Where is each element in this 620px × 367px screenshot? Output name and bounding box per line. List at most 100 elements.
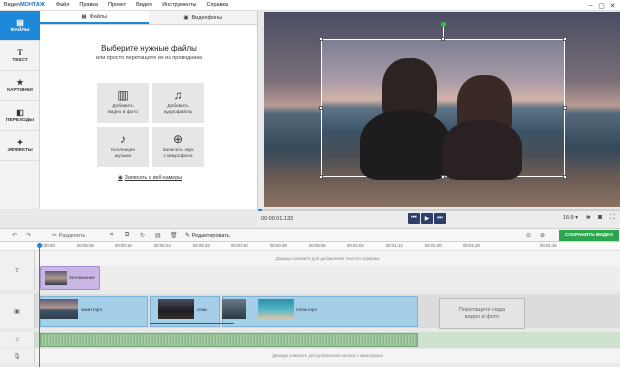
resize-handle[interactable]: [563, 175, 567, 179]
maximize-icon[interactable]: ▢: [596, 2, 607, 10]
scissors-icon: ✂: [52, 233, 58, 239]
add-video-photo-button[interactable]: ▥ Добавить видео и фото: [97, 83, 149, 123]
zoom-in-icon[interactable]: ⊕: [540, 232, 545, 239]
chevron-down-icon: ▾: [575, 215, 579, 221]
music-icon: ♫: [14, 337, 20, 343]
webcam-icon: ◉: [118, 175, 123, 181]
split-button[interactable]: ✂ Разделить: [52, 232, 85, 239]
tab-files[interactable]: ▦ Файлы: [40, 11, 149, 24]
sidebar-item-images[interactable]: ★ КАРТИНКИ: [0, 71, 40, 101]
resize-handle[interactable]: [319, 106, 323, 110]
ruler-tick: 00:00:40: [231, 243, 248, 248]
playhead[interactable]: [39, 243, 40, 367]
wand-icon: ✦: [16, 138, 24, 147]
audio-clip[interactable]: [40, 333, 418, 347]
next-frame-button[interactable]: ⏭: [434, 213, 446, 224]
resize-handle[interactable]: [441, 37, 445, 41]
prev-frame-button[interactable]: ⏮: [408, 213, 420, 224]
image-icon: ▣: [14, 308, 20, 315]
panel-title: Выберите нужные файлы: [101, 44, 197, 53]
timeline-toolbar: ↶ ↷ ✂ Разделить ⌗ ⧉ ↻ ▤ 🗑 ✎ Редактироват…: [0, 228, 620, 242]
text-track-header: T: [0, 251, 35, 290]
minimize-icon[interactable]: –: [585, 2, 596, 9]
undo-icon[interactable]: ↶: [12, 232, 17, 239]
play-button[interactable]: ▶: [421, 213, 433, 224]
text-icon: T: [15, 267, 19, 274]
close-icon[interactable]: ✕: [607, 2, 618, 10]
zoom-out-icon[interactable]: ⊖: [526, 232, 531, 239]
effects-track[interactable]: [35, 266, 620, 290]
snapshot-icon[interactable]: ◙: [598, 214, 602, 221]
tab-backgrounds[interactable]: ▣ Видеофоны: [148, 11, 257, 24]
mic-track[interactable]: Дважды кликните для добавления записи с …: [35, 349, 620, 363]
playhead-handle[interactable]: [37, 243, 42, 248]
music-collection-button[interactable]: ♪ Коллекция музыки: [97, 127, 149, 167]
seek-progress: [258, 209, 262, 211]
text-track[interactable]: Дважды кликните для добавления текста и …: [35, 251, 620, 267]
video-track-header: ▣: [0, 294, 35, 328]
ruler-tick: 00:01:12: [386, 243, 403, 248]
preview-frame[interactable]: [321, 39, 565, 180]
menu-file[interactable]: Файл: [51, 2, 75, 8]
rotate-icon[interactable]: ↻: [140, 232, 145, 239]
menu-tools[interactable]: Инструменты: [157, 2, 201, 8]
seek-bar[interactable]: [258, 209, 620, 211]
delete-icon[interactable]: 🗑: [170, 232, 178, 239]
ruler-tick: 00:01:04: [347, 243, 364, 248]
skip-back-icon: ⏮: [411, 215, 417, 221]
mic-track-header: 🎙: [0, 349, 35, 363]
drop-media-zone[interactable]: Перетащите сюда видео и фото: [439, 298, 525, 329]
sidebar-item-files[interactable]: ▤ ФАЙЛЫ: [0, 11, 40, 41]
preview-figure: [442, 120, 522, 180]
ruler-tick: 00:01:28: [463, 243, 480, 248]
copy-icon[interactable]: ⧉: [125, 232, 129, 239]
time-ruler[interactable]: 00:00:00 00:00:08 00:00:16 00:00:24 00:0…: [0, 242, 620, 251]
volume-icon[interactable]: 🕪: [586, 214, 590, 222]
video-clip[interactable]: [222, 296, 418, 327]
play-icon: ▶: [424, 216, 430, 222]
resize-handle[interactable]: [319, 175, 323, 179]
save-video-button[interactable]: СОХРАНИТЬ ВИДЕО: [559, 230, 619, 241]
menu-help[interactable]: Справка: [202, 2, 234, 8]
text-icon: T: [17, 48, 23, 57]
skip-forward-icon: ⏭: [437, 215, 443, 221]
text-track-hint: Дважды кликните для добавления текста и …: [275, 256, 380, 261]
resize-handle[interactable]: [563, 106, 567, 110]
menu-video[interactable]: Видео: [131, 2, 157, 8]
folder-icon: ▤: [16, 18, 24, 27]
record-mic-button[interactable]: ⊕ Записать звук с микрофона: [152, 127, 204, 167]
rotate-handle[interactable]: [441, 22, 446, 27]
mic-icon: ⊕: [172, 132, 184, 146]
edit-button[interactable]: ✎ Редактировать: [185, 232, 230, 239]
clip-name: закат.mp4: [81, 307, 103, 312]
resize-handle[interactable]: [563, 37, 567, 41]
add-audio-button[interactable]: ♫ Добавить аудиофайлы: [152, 83, 204, 123]
ruler-tick: 00:01:36: [540, 243, 557, 248]
transitions-icon: ◧: [16, 108, 24, 117]
current-time: 00:00:01.133: [261, 216, 294, 222]
crop-icon[interactable]: ⌗: [110, 232, 113, 239]
effect-clip[interactable]: Затемнение: [40, 266, 100, 290]
clip-thumbnail: [158, 299, 194, 319]
menu-project[interactable]: Проект: [103, 2, 131, 8]
sidebar-item-effects[interactable]: ✦ ЭФФЕКТЫ: [0, 131, 40, 161]
aspect-ratio-select[interactable]: 16:9 ▾: [563, 215, 578, 221]
ruler-tick: 00:00:08: [77, 243, 94, 248]
music-icon: ♪: [120, 132, 126, 146]
player-controls: 00:00:01.133 ⏮ ▶ ⏭ 16:9 ▾ 🕪 ◙ ⛶: [258, 209, 620, 227]
redo-icon[interactable]: ↷: [26, 232, 31, 239]
clip-thumbnail: [40, 299, 78, 319]
video-preview[interactable]: [264, 12, 620, 207]
menu-edit[interactable]: Правка: [74, 2, 103, 8]
clip-thumbnail: [258, 299, 294, 319]
content-panel: ▦ Файлы ▣ Видеофоны Выберите нужные файлы …: [40, 11, 258, 209]
preview-figure: [360, 110, 450, 180]
resize-handle[interactable]: [441, 175, 445, 179]
record-webcam-link[interactable]: ◉ Записать с веб-камеры: [118, 175, 182, 181]
fullscreen-icon[interactable]: ⛶: [610, 214, 615, 222]
resize-handle[interactable]: [319, 37, 323, 41]
filmstrip-icon[interactable]: ▤: [155, 232, 161, 239]
ruler-tick: 00:00:16: [115, 243, 132, 248]
sidebar-item-transitions[interactable]: ◧ ПЕРЕХОДЫ: [0, 101, 40, 131]
sidebar-item-text[interactable]: T ТЕКСТ: [0, 41, 40, 71]
